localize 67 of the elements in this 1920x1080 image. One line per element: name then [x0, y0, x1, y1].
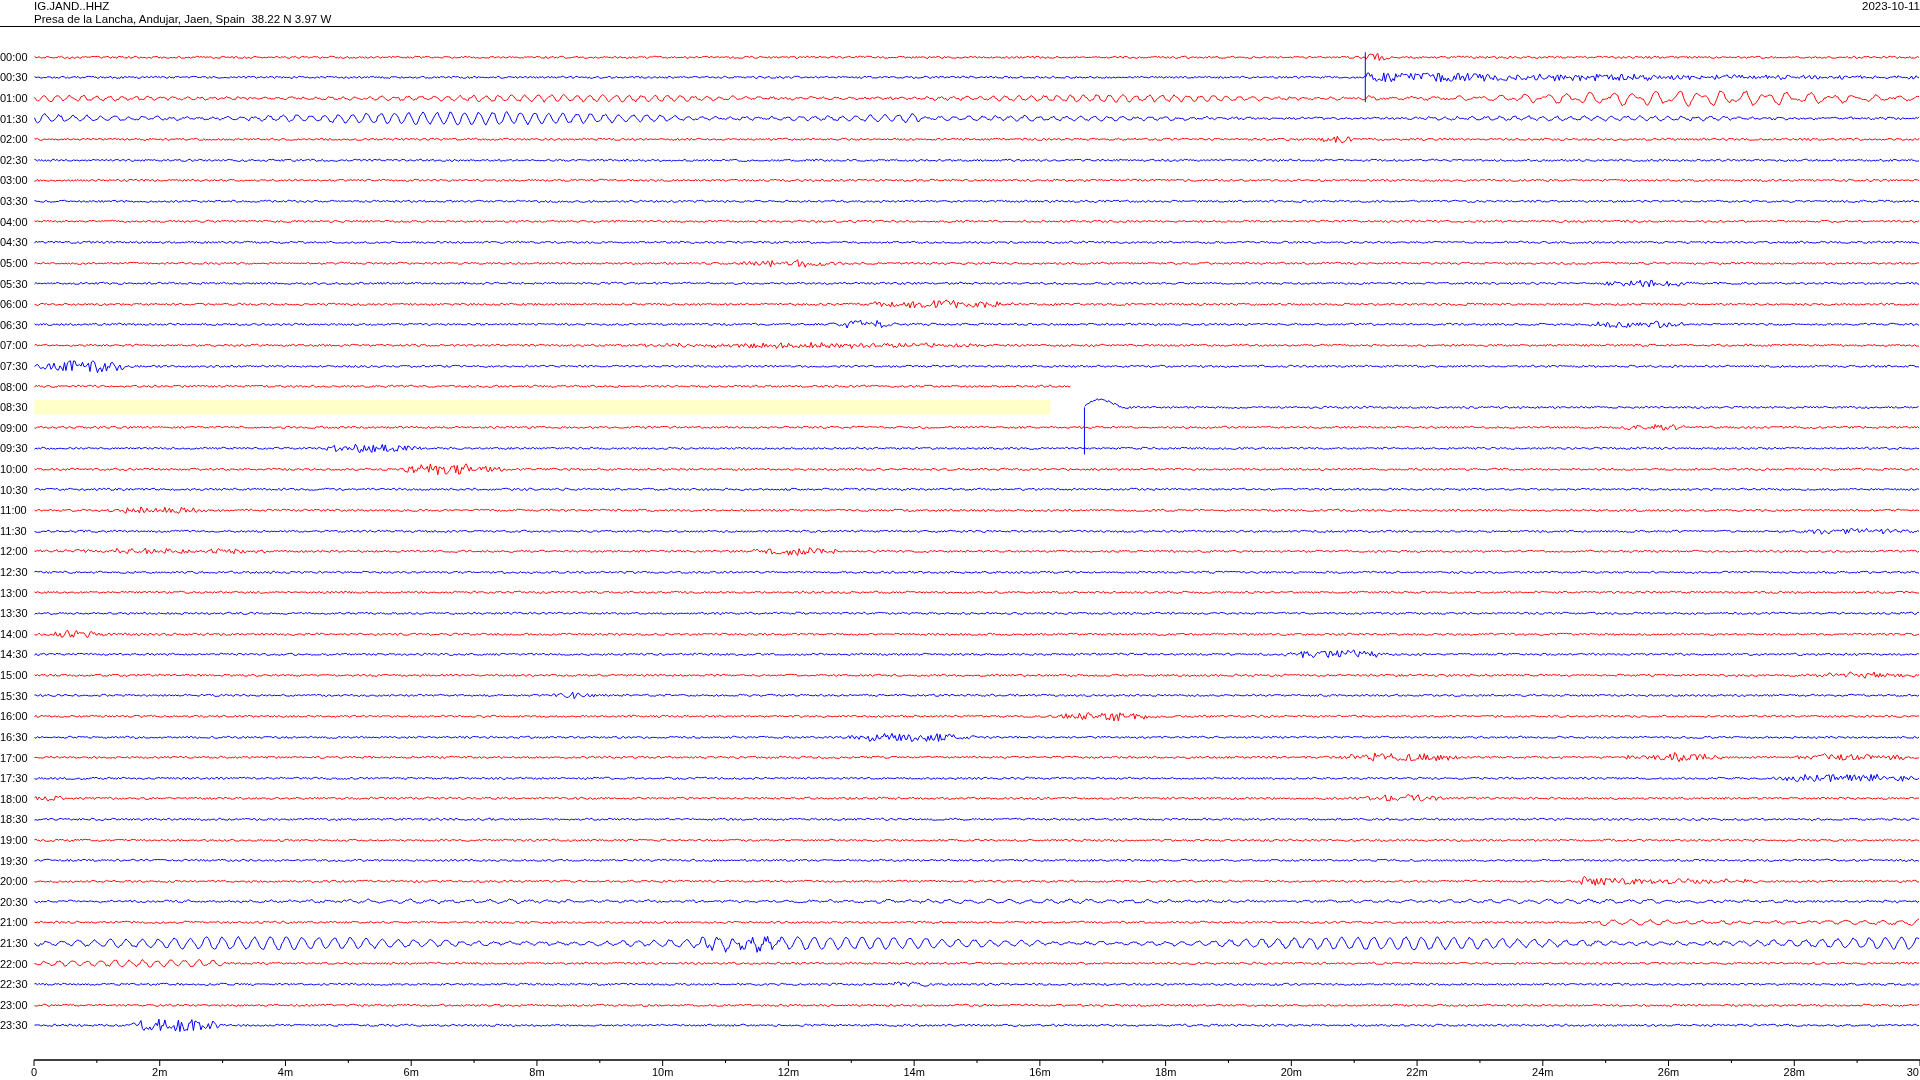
time-label: 03:30 [0, 195, 29, 208]
time-label: 07:00 [0, 339, 29, 352]
time-label: 11:30 [0, 524, 28, 537]
station-code: IG.JAND..HHZ [34, 0, 111, 13]
time-label: 02:30 [0, 153, 29, 166]
time-label: 09:30 [0, 442, 29, 455]
time-label: 04:30 [0, 236, 29, 249]
time-label: 02:00 [0, 133, 29, 146]
time-label: 08:00 [0, 380, 29, 393]
axis-label: 2m [152, 1065, 168, 1078]
axis-label: 8m [529, 1065, 545, 1078]
time-label: 06:00 [0, 298, 29, 311]
time-label: 08:30 [0, 401, 29, 414]
time-label: 20:30 [0, 895, 29, 908]
time-label: 10:00 [0, 463, 29, 475]
time-label: 14:30 [0, 648, 29, 661]
axis-label: 30 [1906, 1065, 1919, 1078]
time-label: 20:00 [0, 875, 29, 888]
time-label: 17:30 [0, 772, 29, 785]
time-label: 00:00 [0, 50, 29, 63]
time-label: 16:30 [0, 730, 29, 743]
time-label: 18:00 [0, 792, 29, 805]
time-label: 09:00 [0, 421, 29, 434]
time-label: 13:00 [0, 586, 29, 599]
time-label: 21:00 [0, 916, 29, 929]
axis-label: 24m [1532, 1065, 1554, 1078]
time-label: 16:00 [0, 710, 29, 723]
axis-label: 12m [777, 1065, 800, 1078]
axis-label: 18m [1154, 1065, 1177, 1078]
time-label: 07:30 [0, 359, 29, 372]
time-label: 19:30 [0, 854, 29, 867]
axis-label: 10m [651, 1065, 674, 1078]
axis-label: 22m [1406, 1065, 1428, 1078]
time-label: 22:00 [0, 957, 29, 970]
time-label: 17:00 [0, 751, 29, 764]
time-label: 18:30 [0, 813, 29, 826]
date-label: 2023-10-11 [1862, 0, 1920, 14]
time-label: 00:30 [0, 71, 29, 84]
time-label: 15:00 [0, 669, 29, 682]
axis-label: 16m [1029, 1065, 1051, 1078]
time-label: 10:30 [0, 483, 29, 496]
time-label: 12:00 [0, 545, 29, 558]
axis-label: 14m [903, 1065, 925, 1078]
time-label: 04:00 [0, 215, 29, 228]
time-label: 06:30 [0, 318, 29, 331]
time-label: 03:00 [0, 174, 29, 187]
time-label: 19:00 [0, 833, 29, 846]
axis-label: 0 [30, 1065, 38, 1078]
time-label: 05:00 [0, 256, 29, 269]
time-label: 21:30 [0, 937, 29, 949]
time-label: 14:00 [0, 627, 29, 640]
station-location: Presa de la Lancha, Andujar, Jaen, Spain 38.22 N 3.97 W [34, 13, 332, 26]
time-label: 23:30 [0, 1019, 29, 1032]
time-label: 23:00 [0, 998, 29, 1011]
time-label: 05:30 [0, 277, 29, 290]
axis-label: 20m [1280, 1065, 1303, 1078]
time-label: 01:30 [0, 112, 29, 125]
axis-label: 4m [277, 1065, 294, 1078]
axis-label: 28m [1783, 1065, 1805, 1078]
time-label: 01:00 [0, 92, 29, 104]
time-label: 22:30 [0, 978, 29, 991]
axis-label: 26m [1657, 1065, 1680, 1078]
time-label: 13:30 [0, 607, 29, 620]
axis-label: 6m [403, 1065, 419, 1078]
time-label: 15:30 [0, 689, 29, 702]
time-label: 12:30 [0, 566, 29, 579]
time-label: 11:00 [0, 504, 28, 517]
